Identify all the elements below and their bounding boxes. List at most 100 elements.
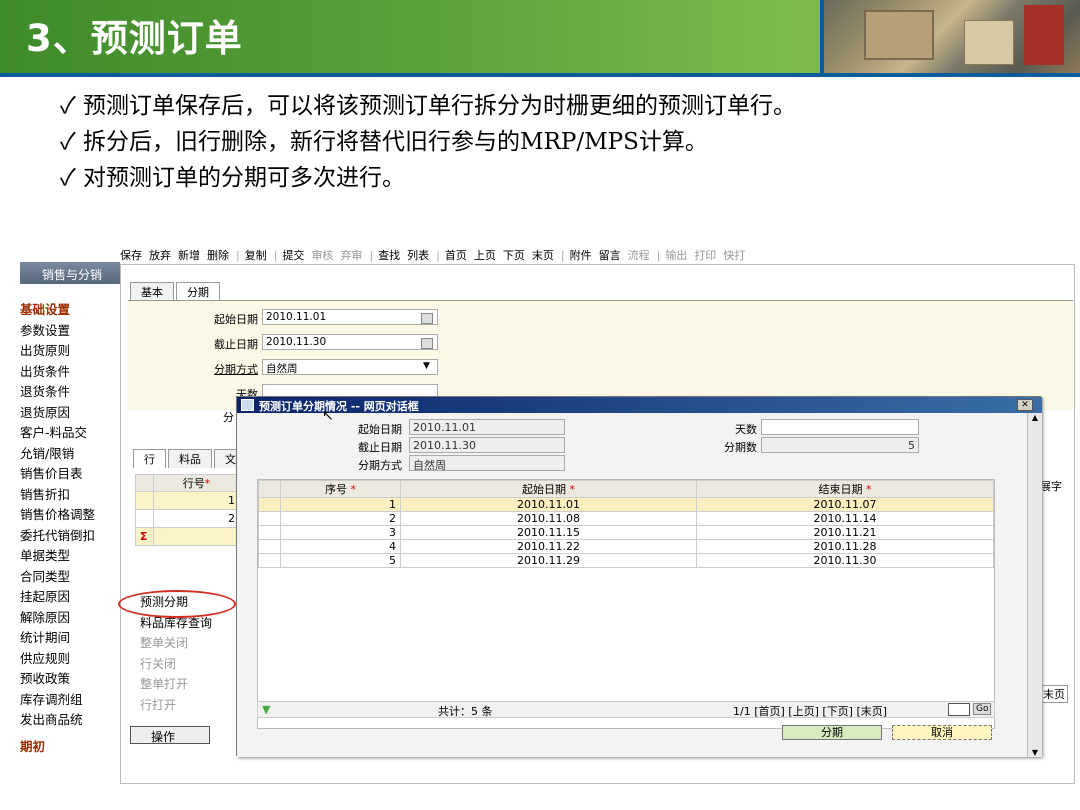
toolbar-unapprove[interactable]: 弃审 [340,249,362,262]
calendar-icon[interactable] [421,313,433,324]
count-label: 分 [223,411,234,424]
tab-basic[interactable]: 基本 [130,282,174,301]
toolbar-print[interactable]: 打印 [694,249,716,262]
start-date-label: 起始日期 [214,313,258,326]
menu-item-close-line[interactable]: 行关闭 [140,654,212,675]
sidebar-item[interactable]: 库存调剂组 [20,690,95,711]
split-button[interactable]: 分期 [782,725,882,740]
toolbar-list[interactable]: 列表 [407,249,429,262]
toolbar-find[interactable]: 查找 [378,249,400,262]
toolbar-discard[interactable]: 放弃 [149,249,171,262]
table-row[interactable]: 1 2010.11.01 2010.11.07 [258,497,994,512]
toolbar-last[interactable]: 末页 [532,249,554,262]
method-select[interactable]: 自然周 [262,359,438,375]
menu-item-open-line[interactable]: 行打开 [140,695,212,716]
sidebar-item[interactable]: 客户-料品交 [20,423,95,444]
sidebar-item[interactable]: 允销/限销 [20,444,95,465]
warehouse-photo [820,0,1080,73]
last-page-partial[interactable]: 末页 [1040,685,1068,703]
sidebar-item[interactable]: 销售价格调整 [20,505,95,526]
table-row[interactable]: 3 2010.11.15 2010.11.21 [258,525,994,540]
split-dialog: 预测订单分期情况 -- 网页对话框 ✕ 起始日期 2010.11.01 截止日期… [236,396,1042,757]
dialog-count-label: 分期数 [724,441,757,454]
installment-form: 起始日期 2010.11.01 截止日期 2010.11.30 分期方式 自然周… [128,300,1073,424]
close-icon[interactable]: ✕ [1017,399,1033,411]
toolbar-message[interactable]: 留言 [599,249,621,262]
toolbar-output[interactable]: 输出 [665,249,687,262]
sidebar-item[interactable]: 基础设置 [20,300,95,321]
dialog-method-label: 分期方式 [358,459,402,472]
table-row[interactable]: 2 2010.11.08 2010.11.14 [258,511,994,526]
page-input[interactable] [948,703,970,716]
menu-item-close-order[interactable]: 整单关闭 [140,633,212,654]
sidebar-item[interactable]: 挂起原因 [20,587,95,608]
sidebar-item[interactable]: 供应规则 [20,649,95,670]
toolbar-prev[interactable]: 上页 [474,249,496,262]
sidebar-item[interactable]: 退货条件 [20,382,95,403]
operation-button[interactable]: 操作 [130,726,210,744]
end-date-field[interactable]: 2010.11.30 [262,334,438,350]
sidebar-items: 基础设置 参数设置 出货原则 出货条件 退货条件 退货原因 客户-料品交 允销/… [20,300,95,757]
dialog-scrollbar[interactable]: ▲ ▼ [1027,413,1042,757]
sidebar-item[interactable]: 单据类型 [20,546,95,567]
toolbar-delete[interactable]: 删除 [207,249,229,262]
sidebar-item[interactable]: 发出商品统 [20,710,95,731]
dialog-count-field[interactable]: 5 [761,437,919,453]
toolbar-next[interactable]: 下页 [503,249,525,262]
toolbar-approve[interactable]: 审核 [311,249,333,262]
dialog-footer: ▼ 共计：5 条 1/1 [首页] [上页] [下页] [末页] Go [257,701,995,718]
toolbar-save[interactable]: 保存 [120,249,142,262]
dialog-days-field[interactable] [761,419,919,435]
dialog-method-select[interactable]: 自然周 [409,455,565,472]
line-no-header: 行号* [153,474,240,492]
sidebar-item[interactable]: 合同类型 [20,567,95,588]
highlight-oval [118,590,236,618]
start-date-field[interactable]: 2010.11.01 [262,309,438,325]
tab-line[interactable]: 行 [133,449,166,468]
chevron-down-icon[interactable]: ▼ [423,361,430,371]
check-icon: ✓ [60,165,76,191]
table-row[interactable]: 1 [153,491,240,510]
dialog-grid: 序号 * 起始日期 * 结束日期 * 1 2010.11.01 2010.11.07… [257,479,995,729]
grid-tabs: 行料品文 [133,449,249,468]
sigma-icon: Σ [135,527,154,546]
bullet-item: ✓ 对预测订单的分期可多次进行。 [60,165,406,191]
sidebar-item[interactable]: 参数设置 [20,321,95,342]
dialog-body: 起始日期 2010.11.01 截止日期 2010.11.30 分期方式 自然周… [237,413,1027,757]
toolbar-flow[interactable]: 流程 [628,249,650,262]
sidebar-item[interactable]: 出货条件 [20,362,95,383]
table-row[interactable]: 2 [153,509,240,528]
toolbar-attach[interactable]: 附件 [570,249,592,262]
cancel-button[interactable]: 取消 [892,725,992,740]
sidebar-item[interactable]: 出货原则 [20,341,95,362]
toolbar-copy[interactable]: 复制 [245,249,267,262]
toolbar-submit[interactable]: 提交 [282,249,304,262]
table-row[interactable]: 4 2010.11.22 2010.11.28 [258,539,994,554]
toolbar-first[interactable]: 首页 [445,249,467,262]
tab-installment[interactable]: 分期 [176,282,220,301]
dialog-end-field[interactable]: 2010.11.30 [409,437,565,453]
tab-item[interactable]: 料品 [168,449,212,468]
sidebar-item[interactable]: 销售价目表 [20,464,95,485]
sidebar-item[interactable]: 退货原因 [20,403,95,424]
sidebar-item[interactable]: 委托代销倒扣 [20,526,95,547]
sidebar-item[interactable]: 期初 [20,737,95,758]
bullet-item: ✓ 预测订单保存后，可以将该预测订单行拆分为时栅更细的预测订单行。 [60,93,797,119]
calendar-icon[interactable] [421,338,433,349]
table-row[interactable]: 5 2010.11.29 2010.11.30 [258,553,994,568]
sidebar-item[interactable]: 预收政策 [20,669,95,690]
sidebar-item[interactable]: 解除原因 [20,608,95,629]
filter-icon[interactable]: ▼ [262,703,270,716]
toolbar-quickprint[interactable]: 快打 [723,249,745,262]
sidebar-item[interactable]: 销售折扣 [20,485,95,506]
col-no: 序号 * [280,480,401,498]
dialog-start-field[interactable]: 2010.11.01 [409,419,565,435]
toolbar-new[interactable]: 新增 [178,249,200,262]
pager[interactable]: 1/1 [首页] [上页] [下页] [末页] [733,703,887,719]
dialog-title: 预测订单分期情况 -- 网页对话框 [237,397,1042,413]
go-button[interactable]: Go [973,703,992,715]
sidebar-item[interactable]: 统计期间 [20,628,95,649]
end-date-label: 截止日期 [214,338,258,351]
menu-item-open-order[interactable]: 整单打开 [140,674,212,695]
sidebar: 销售与分销 基础设置 参数设置 出货原则 出货条件 退货条件 退货原因 客户-料… [20,262,120,782]
